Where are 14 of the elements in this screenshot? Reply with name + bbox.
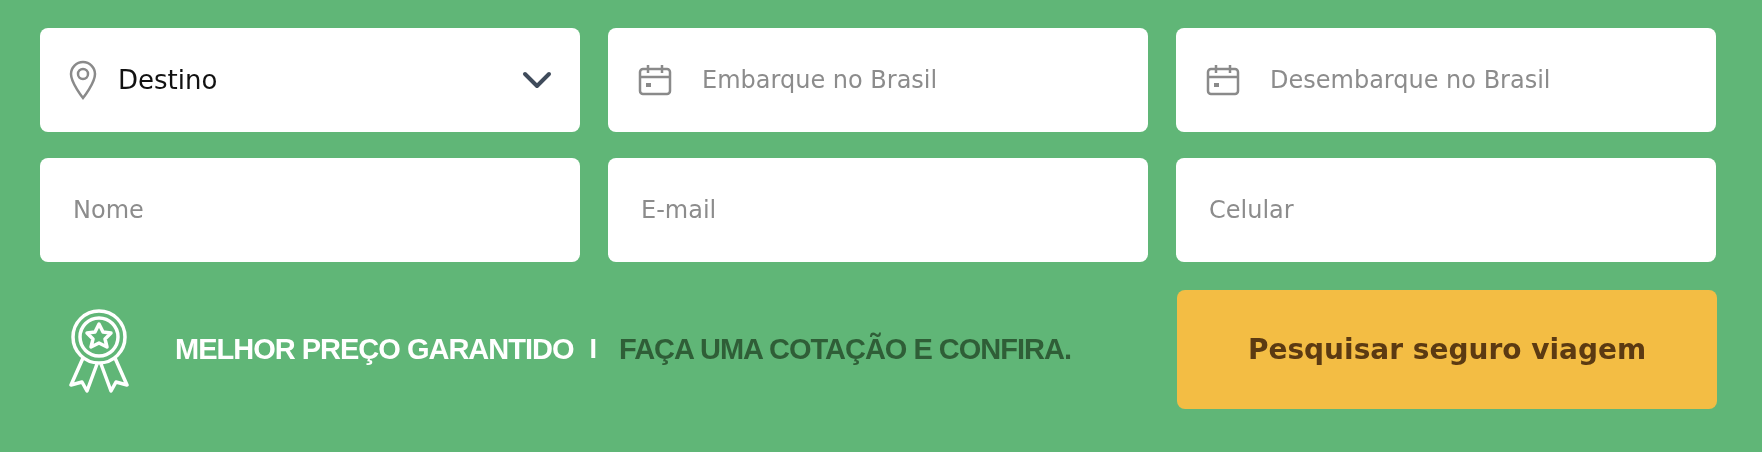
input-field[interactable]: Celular bbox=[1176, 158, 1716, 262]
guarantee-tagline: FAÇA UMA COTAÇÃO E CONFIRA. bbox=[619, 331, 1072, 367]
calendar-icon bbox=[1206, 64, 1240, 96]
calendar-icon bbox=[638, 64, 672, 96]
chevron-down-icon bbox=[522, 71, 552, 89]
search-button[interactable]: Pesquisar seguro viagem bbox=[1177, 290, 1717, 409]
separator: I bbox=[589, 333, 597, 367]
destination-select[interactable]: Destino bbox=[40, 28, 580, 132]
location-pin-icon bbox=[68, 60, 98, 100]
input-field[interactable]: Nome bbox=[40, 158, 580, 262]
date-field[interactable]: Desembarque no Brasil bbox=[1176, 28, 1716, 132]
input-field[interactable]: E-mail bbox=[608, 158, 1148, 262]
date-field[interactable]: Embarque no Brasil bbox=[608, 28, 1148, 132]
guarantee-headline: MELHOR PREÇO GARANTIDO bbox=[175, 331, 574, 367]
